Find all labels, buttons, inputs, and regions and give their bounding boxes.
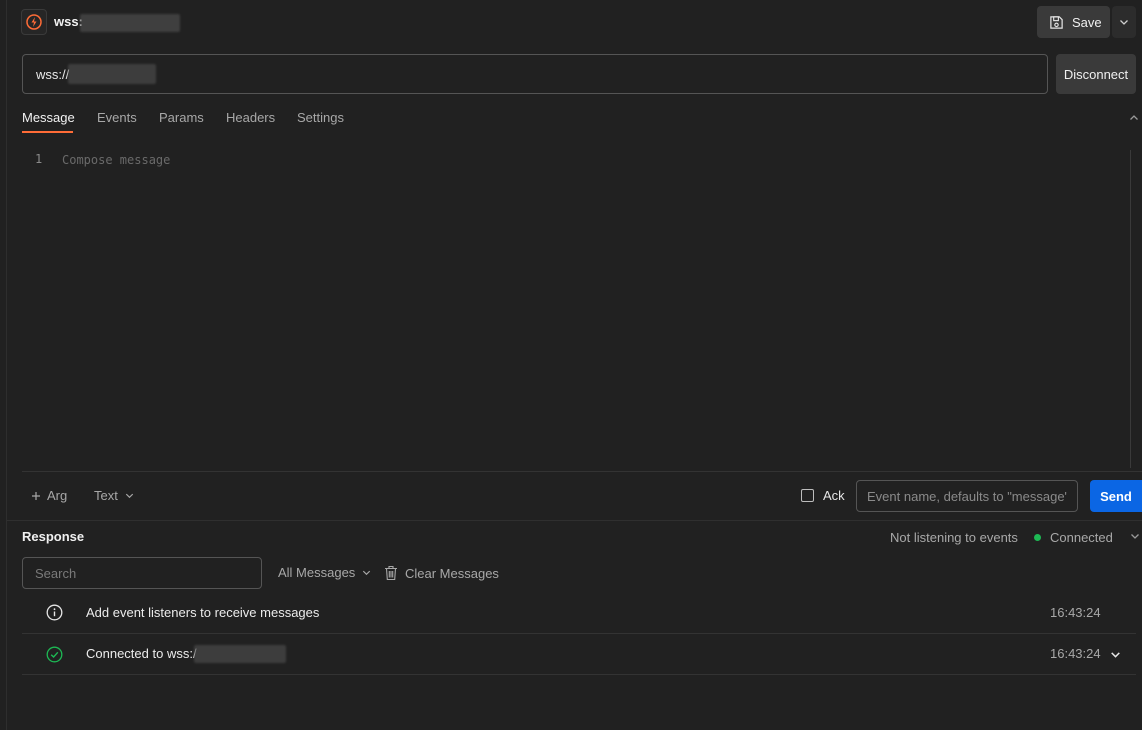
message-filter-dropdown[interactable]: All Messages <box>278 565 372 580</box>
trash-icon <box>385 565 397 581</box>
format-dropdown[interactable]: Text <box>94 488 135 503</box>
message-editor[interactable]: Compose message <box>62 153 170 167</box>
websocket-request-icon <box>21 9 47 35</box>
message-text: Connected to wss:/ <box>86 646 197 661</box>
add-arg-button[interactable]: Arg <box>31 488 67 503</box>
redacted-url-text <box>68 64 156 84</box>
connection-status: Connected <box>1050 530 1113 545</box>
response-divider[interactable] <box>7 520 1142 521</box>
save-options-button[interactable] <box>1112 6 1136 38</box>
active-tab-indicator <box>22 131 73 133</box>
editor-scrollbar[interactable] <box>1130 150 1131 468</box>
url-value: wss:// <box>36 67 70 82</box>
chevron-up-icon[interactable] <box>1128 112 1140 127</box>
info-icon <box>46 604 63 621</box>
clear-messages-label: Clear Messages <box>405 565 499 581</box>
send-button[interactable]: Send <box>1090 480 1142 512</box>
redacted-title-text <box>80 14 180 32</box>
tab-headers[interactable]: Headers <box>226 110 275 125</box>
tab-settings[interactable]: Settings <box>297 110 344 125</box>
event-name-input[interactable] <box>856 480 1078 512</box>
save-icon <box>1050 15 1063 29</box>
request-title[interactable]: wss: <box>54 14 83 29</box>
message-text: Add event listeners to receive messages <box>86 605 320 620</box>
tab-events[interactable]: Events <box>97 110 137 125</box>
connection-status-dot <box>1034 534 1041 541</box>
redacted-url-text <box>194 645 286 663</box>
chevron-down-icon <box>363 570 371 576</box>
disconnect-button[interactable]: Disconnect <box>1056 54 1136 94</box>
left-panel-border <box>6 0 7 730</box>
chevron-down-icon[interactable] <box>1109 648 1122 664</box>
chevron-down-icon <box>1120 20 1128 25</box>
message-time: 16:43:24 <box>1050 646 1101 661</box>
ack-checkbox[interactable] <box>801 489 814 502</box>
chevron-down-icon[interactable] <box>1129 530 1141 545</box>
search-input[interactable] <box>22 557 262 589</box>
editor-divider <box>22 471 1142 472</box>
url-input[interactable] <box>22 54 1048 94</box>
plus-icon <box>32 491 40 500</box>
check-circle-icon <box>46 646 63 663</box>
message-time: 16:43:24 <box>1050 605 1101 620</box>
format-label: Text <box>94 488 118 503</box>
line-number: 1 <box>35 152 43 166</box>
add-arg-label: Arg <box>47 488 68 503</box>
save-label: Save <box>1072 14 1102 30</box>
chevron-down-icon <box>125 493 133 499</box>
ack-label: Ack <box>823 488 845 503</box>
message-filter-label: All Messages <box>278 565 356 580</box>
tab-message[interactable]: Message <box>22 110 75 125</box>
response-title: Response <box>22 529 85 544</box>
listening-status: Not listening to events <box>890 530 1018 545</box>
tab-params[interactable]: Params <box>159 110 204 125</box>
clear-messages-button[interactable]: Clear Messages <box>384 565 499 581</box>
save-button[interactable]: Save <box>1037 6 1110 38</box>
